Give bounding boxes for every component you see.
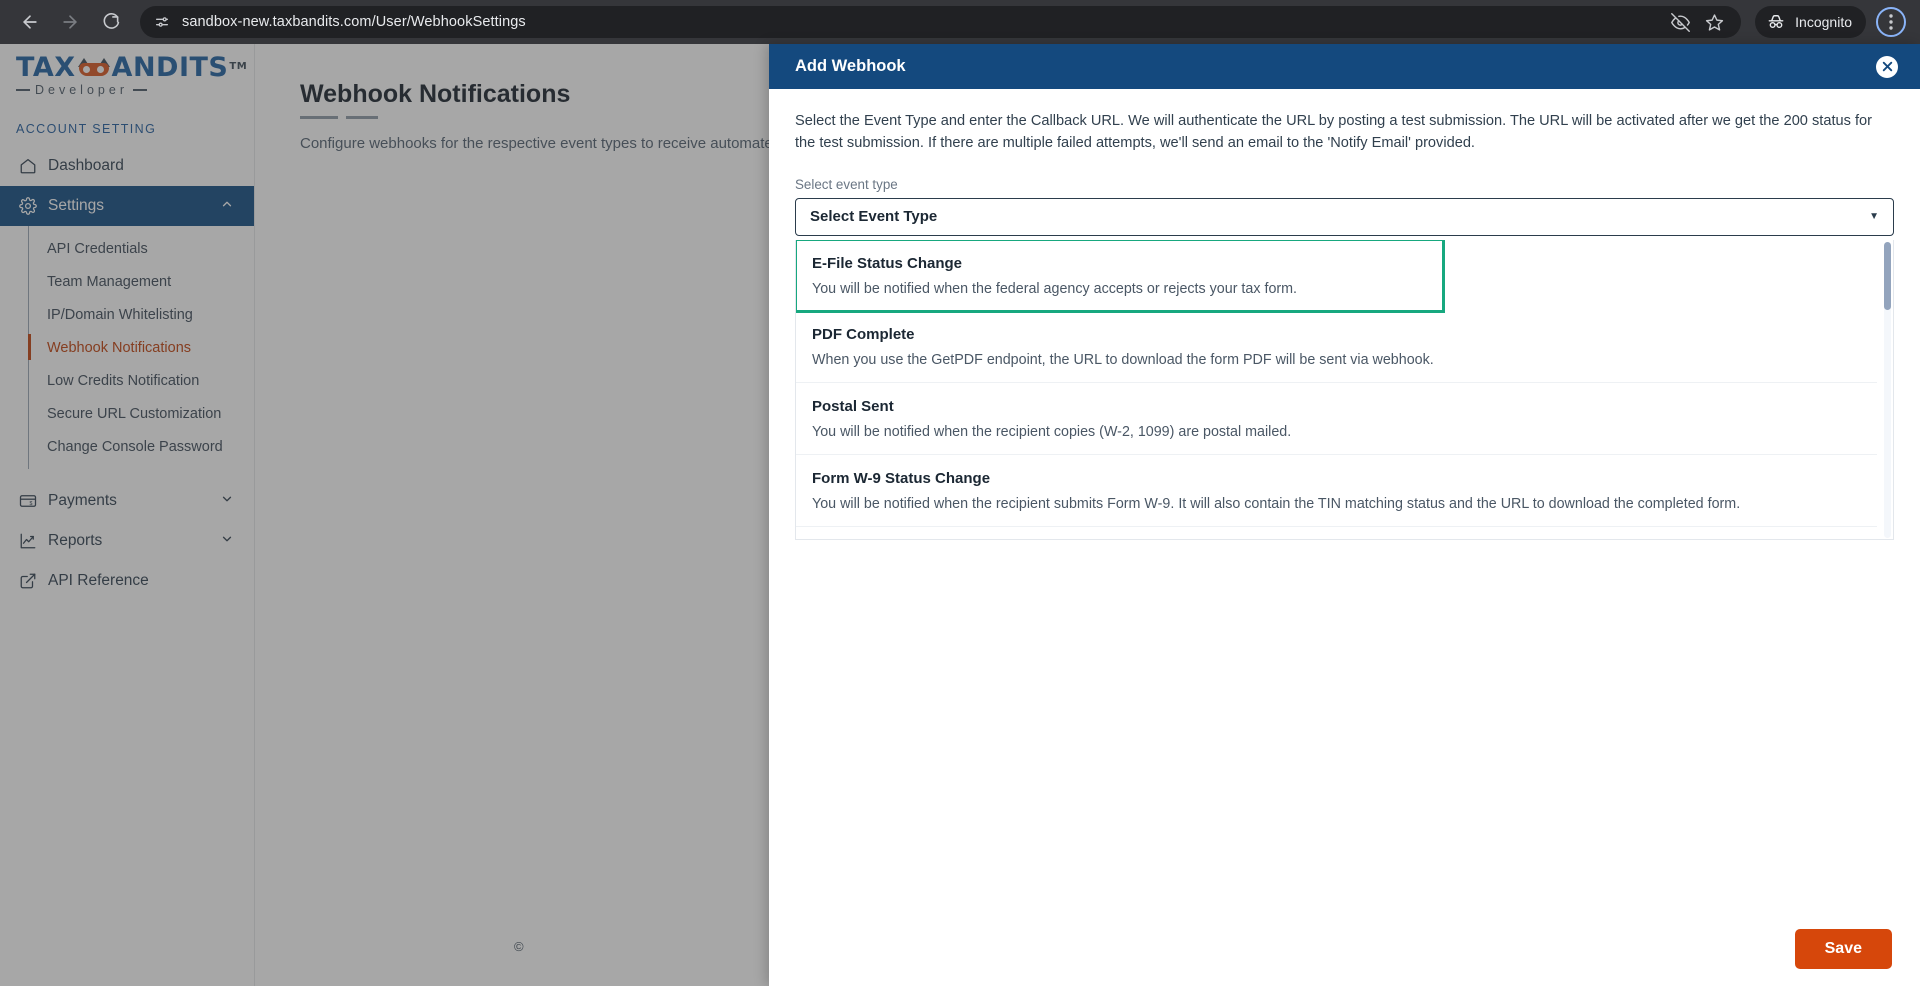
bookmark-star-icon[interactable] [1699,7,1729,37]
event-type-options-panel: E-File Status Change You will be notifie… [795,239,1894,540]
forward-icon[interactable] [53,5,87,39]
option-postal-sent[interactable]: Postal Sent You will be notified when th… [796,383,1877,455]
incognito-label: Incognito [1795,14,1852,30]
event-type-options-list[interactable]: E-File Status Change You will be notifie… [796,239,1893,539]
chevron-down-icon: ▼ [1869,211,1879,223]
browser-toolbar: sandbox-new.taxbandits.com/User/WebhookS… [0,0,1920,44]
incognito-indicator[interactable]: Incognito [1755,6,1866,38]
chrome-menu-icon[interactable] [1876,7,1906,37]
event-type-select[interactable]: Select Event Type ▼ [795,197,1894,236]
modal-header: Add Webhook [769,44,1920,89]
option-title: E-File Status Change [812,254,963,272]
save-button[interactable]: Save [1794,929,1892,969]
option-e-file-status-change[interactable]: E-File Status Change You will be notifie… [796,239,1445,313]
url-text: sandbox-new.taxbandits.com/User/WebhookS… [182,14,526,30]
back-icon[interactable] [13,5,47,39]
eye-off-icon[interactable] [1665,7,1695,37]
modal-description: Select the Event Type and enter the Call… [795,113,1873,151]
address-bar[interactable]: sandbox-new.taxbandits.com/User/WebhookS… [140,6,1742,38]
option-title: Postal Sent [812,397,894,415]
option-description: You will be notified when the recipient … [812,495,1741,512]
option-title: Form W-9 Status Change [812,469,991,487]
option-form-w9-status-change[interactable]: Form W-9 Status Change You will be notif… [796,455,1877,527]
option-title: PDF Complete [812,325,915,343]
reload-icon[interactable] [93,5,127,39]
incognito-icon [1765,11,1787,33]
add-webhook-modal: Add Webhook Select the Event Type and en… [769,44,1920,986]
options-scrollbar-thumb[interactable] [1884,241,1891,310]
option-description: You will be notified when the federal ag… [812,280,1298,297]
modal-body: Select the Event Type and enter the Call… [769,89,1920,912]
modal-footer: Save [769,912,1920,986]
option-pdf-complete[interactable]: PDF Complete When you use the GetPDF end… [796,311,1877,383]
event-type-label: Select event type [795,176,898,192]
site-settings-icon[interactable] [152,12,172,32]
option-description: You will be notified when the recipient … [812,423,1292,440]
event-type-selected-value: Select Event Type [810,208,938,226]
options-scrollbar[interactable] [1884,241,1891,538]
modal-title: Add Webhook [795,57,906,75]
close-icon[interactable] [1876,55,1898,78]
option-description: When you use the GetPDF endpoint, the UR… [812,351,1434,368]
option-tin-matching-status-change[interactable]: TIN Matching Status Change [796,527,1877,539]
